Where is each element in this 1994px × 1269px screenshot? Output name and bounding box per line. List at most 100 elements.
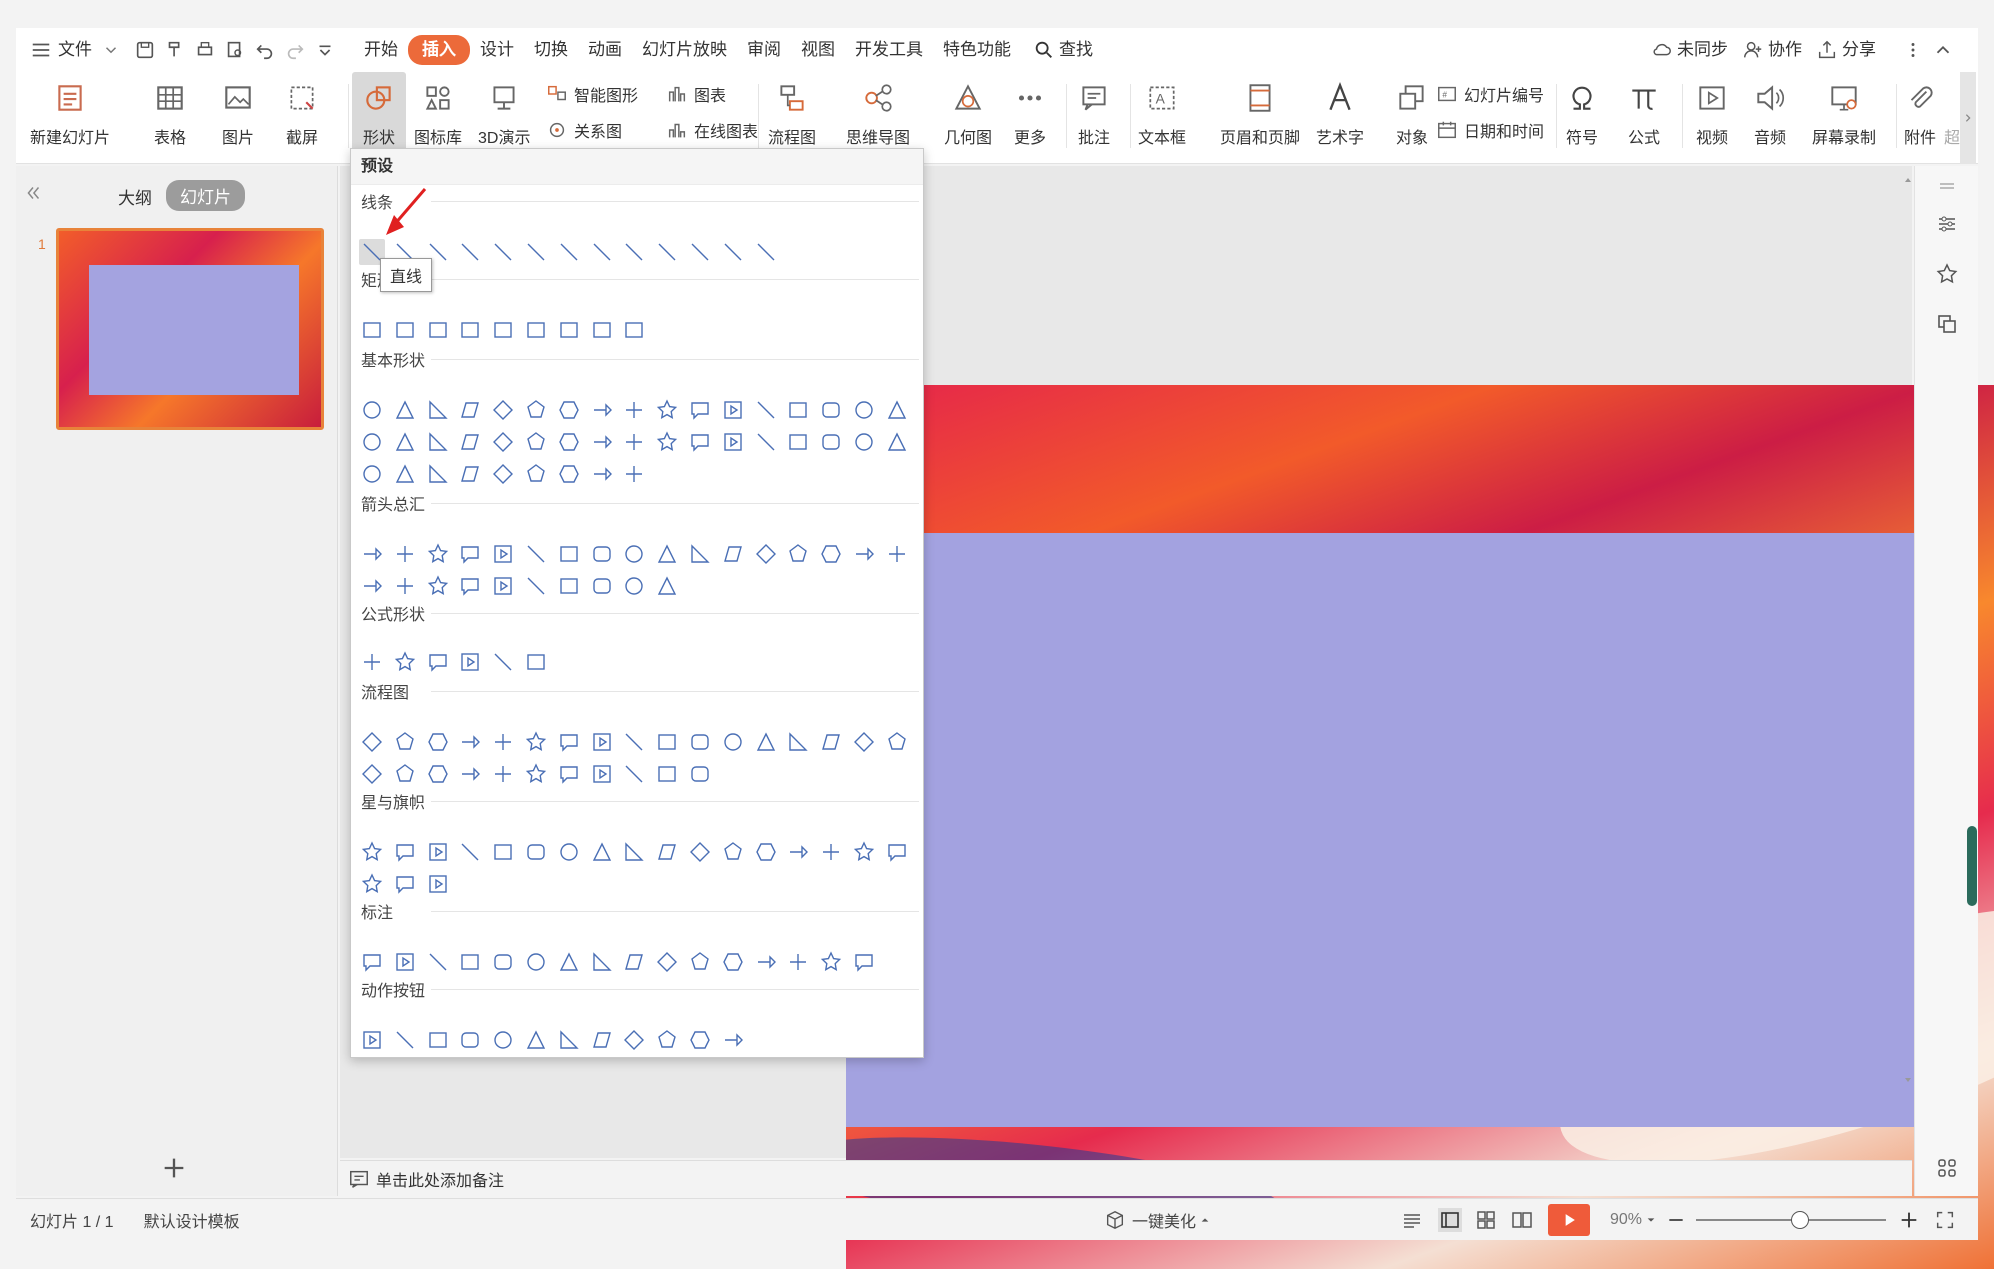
shape-item[interactable] <box>589 761 615 787</box>
shape-item[interactable] <box>851 397 877 423</box>
vertical-scrollbar[interactable] <box>1904 176 1912 1126</box>
shape-item[interactable] <box>359 541 385 567</box>
shape-item[interactable] <box>392 397 418 423</box>
shape-item[interactable] <box>425 541 451 567</box>
chevron-down-icon[interactable] <box>102 35 120 65</box>
shape-item[interactable] <box>457 461 483 487</box>
zoom-slider[interactable] <box>1696 1210 1886 1229</box>
shape-item[interactable] <box>457 541 483 567</box>
shape-item[interactable] <box>490 397 516 423</box>
shape-item[interactable] <box>359 729 385 755</box>
screenshot-button[interactable]: 截屏 <box>282 78 322 148</box>
tab-outline[interactable]: 大纲 <box>118 184 152 209</box>
header-footer-button[interactable]: 页眉和页脚 <box>1220 78 1300 148</box>
shape-item[interactable] <box>589 429 615 455</box>
shape-item[interactable] <box>490 649 516 675</box>
shape-item[interactable] <box>392 317 418 343</box>
shape-item[interactable] <box>523 1027 549 1053</box>
shape-item[interactable] <box>654 949 680 975</box>
shape-item[interactable] <box>753 429 779 455</box>
shape-item[interactable] <box>523 649 549 675</box>
shape-item[interactable] <box>654 429 680 455</box>
shape-item[interactable] <box>556 461 582 487</box>
chart-button[interactable]: 图表 <box>666 82 726 106</box>
menu-lines-icon[interactable] <box>1935 176 1959 200</box>
shape-item[interactable] <box>556 239 582 265</box>
shape-item[interactable] <box>589 573 615 599</box>
save-icon[interactable] <box>130 35 160 65</box>
object-button[interactable]: 对象 <box>1392 78 1432 148</box>
sidebar-drag-handle[interactable] <box>1967 826 1977 906</box>
shape-item[interactable] <box>425 949 451 975</box>
shape-item[interactable] <box>556 949 582 975</box>
tab-special[interactable]: 特色功能 <box>933 35 1021 65</box>
shape-item[interactable] <box>523 317 549 343</box>
format-painter-icon[interactable] <box>160 35 190 65</box>
share-button[interactable]: 分享 <box>1842 35 1886 65</box>
shape-item[interactable] <box>621 573 647 599</box>
flowchart-button[interactable]: 流程图 <box>768 78 816 148</box>
shape-item[interactable] <box>556 729 582 755</box>
shape-item[interactable] <box>654 541 680 567</box>
tab-slideshow[interactable]: 幻灯片放映 <box>632 35 737 65</box>
shape-item[interactable] <box>425 649 451 675</box>
shape-item[interactable] <box>425 573 451 599</box>
slide-canvas[interactable] <box>846 385 1994 1269</box>
shape-item[interactable] <box>490 573 516 599</box>
shape-item[interactable] <box>720 239 746 265</box>
shape-item[interactable] <box>589 949 615 975</box>
shape-item[interactable] <box>621 729 647 755</box>
collaborate-button[interactable]: 协作 <box>1768 35 1812 65</box>
shape-item[interactable] <box>425 871 451 897</box>
shape-item[interactable] <box>589 239 615 265</box>
shape-item[interactable] <box>359 871 385 897</box>
play-slideshow-button[interactable] <box>1547 1203 1590 1236</box>
shape-item[interactable] <box>687 541 713 567</box>
shape-item[interactable] <box>785 429 811 455</box>
zoom-level[interactable]: 90% <box>1610 1211 1642 1229</box>
shape-item[interactable] <box>425 461 451 487</box>
shape-item[interactable] <box>392 573 418 599</box>
shape-item[interactable] <box>457 317 483 343</box>
tab-design[interactable]: 设计 <box>470 35 524 65</box>
beautify-button[interactable]: 一键美化 <box>1132 1208 1196 1232</box>
shape-item[interactable] <box>523 429 549 455</box>
ribbon-scroll-right[interactable] <box>1960 72 1976 164</box>
shape-item[interactable] <box>523 573 549 599</box>
shape-item[interactable] <box>392 461 418 487</box>
slide-number-button[interactable]: # 幻灯片编号 <box>1436 82 1544 106</box>
tab-developer[interactable]: 开发工具 <box>845 35 933 65</box>
shape-item[interactable] <box>425 729 451 755</box>
shape-item[interactable] <box>523 761 549 787</box>
shape-item[interactable] <box>785 839 811 865</box>
shape-item[interactable] <box>359 461 385 487</box>
hamburger-icon[interactable] <box>26 35 56 65</box>
search-icon[interactable] <box>1029 35 1059 65</box>
shape-item[interactable] <box>687 729 713 755</box>
shape-item[interactable] <box>490 429 516 455</box>
shape-item[interactable] <box>457 761 483 787</box>
settings-sliders-icon[interactable] <box>1935 212 1959 236</box>
grid-view-icon[interactable] <box>1935 1156 1959 1180</box>
shape-item[interactable] <box>425 839 451 865</box>
shape-item[interactable] <box>392 729 418 755</box>
cloud-sync-icon[interactable] <box>1647 35 1677 65</box>
shape-item[interactable] <box>556 397 582 423</box>
shape-item[interactable] <box>818 729 844 755</box>
shape-item[interactable] <box>851 839 877 865</box>
shape-item[interactable] <box>490 761 516 787</box>
shape-item[interactable] <box>785 541 811 567</box>
shape-item[interactable] <box>687 761 713 787</box>
shape-item[interactable] <box>851 949 877 975</box>
template-name[interactable]: 默认设计模板 <box>144 1208 240 1232</box>
shape-item[interactable] <box>490 729 516 755</box>
tab-view[interactable]: 视图 <box>791 35 845 65</box>
shape-item[interactable] <box>753 839 779 865</box>
shape-item[interactable] <box>654 729 680 755</box>
shape-item[interactable] <box>753 239 779 265</box>
shape-item[interactable] <box>589 729 615 755</box>
mindmap-button[interactable]: 思维导图 <box>846 78 910 148</box>
shape-item[interactable] <box>654 397 680 423</box>
customize-toolbar-icon[interactable] <box>310 35 340 65</box>
shape-item[interactable] <box>425 317 451 343</box>
